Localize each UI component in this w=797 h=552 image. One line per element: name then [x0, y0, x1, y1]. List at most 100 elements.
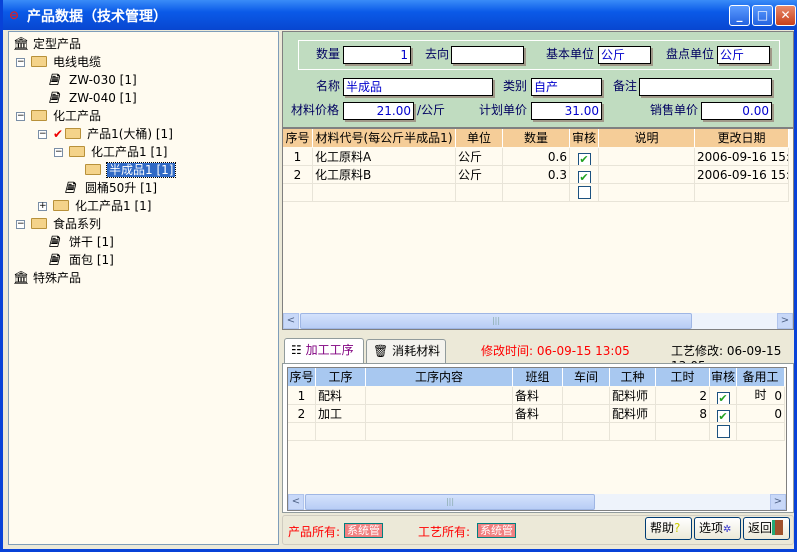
collapse-toggle[interactable]: − [16, 58, 25, 67]
material-price-input[interactable]: 21.00 [343, 102, 414, 120]
materials-grid[interactable]: 序号 材料代号(每公斤半成品1) 单位 数量 审核 说明 更改日期 1 化工原料A 公斤 0.6 ✔ 2… [282, 128, 794, 330]
table-cell[interactable] [599, 184, 695, 202]
processes-grid[interactable]: 序号 工序 工序内容 班组 车间 工种 工时 审核 备用工时 1 配料 备料 配料师 2 ✔ 0 2 加工 备料 配料… [287, 367, 787, 511]
table-cell[interactable] [456, 184, 503, 202]
tree-item[interactable]: 🏛 定型产品 [13, 35, 81, 53]
table-cell[interactable]: 0 [737, 405, 785, 423]
tree-item[interactable]: 🗎 圆桶50升 [1] [65, 179, 157, 197]
table-cell[interactable]: 2006-09-16 15:51 [695, 148, 789, 166]
horizontal-scrollbar[interactable]: < ||| > [283, 313, 793, 329]
column-header[interactable]: 工时 [656, 368, 710, 386]
table-cell[interactable]: 公斤 [456, 148, 503, 166]
table-cell[interactable] [599, 148, 695, 166]
table-cell[interactable] [695, 184, 789, 202]
scroll-left-icon[interactable]: < [283, 313, 299, 329]
checkbox-icon[interactable]: ✔ [577, 171, 591, 183]
table-cell[interactable] [366, 387, 513, 405]
table-cell[interactable]: 8 [656, 405, 710, 423]
table-cell[interactable]: 配料师 [610, 387, 656, 405]
plan-price-input[interactable]: 31.00 [531, 102, 602, 120]
table-cell[interactable] [366, 423, 513, 441]
column-header[interactable]: 车间 [563, 368, 610, 386]
product-tree[interactable]: 🏛 定型产品 − 电线电缆 🗎 ZW-030 [1] 🗎 ZW-040 [1] − 化工产品 − ✔ 产… [8, 31, 279, 545]
table-cell[interactable] [563, 405, 610, 423]
table-cell[interactable] [563, 387, 610, 405]
table-cell[interactable] [610, 423, 656, 441]
column-header[interactable]: 更改日期 [695, 129, 789, 147]
tree-item[interactable]: 🗎 ZW-040 [1] [49, 89, 137, 107]
table-cell[interactable]: 备料 [513, 387, 563, 405]
column-header[interactable]: 工序 [316, 368, 366, 386]
approve-checkbox[interactable] [570, 184, 599, 202]
name-input[interactable]: 半成品 [343, 78, 493, 96]
table-cell[interactable]: 2 [656, 387, 710, 405]
approve-checkbox[interactable] [710, 423, 737, 441]
column-header[interactable]: 序号 [283, 129, 313, 147]
expand-toggle[interactable]: + [38, 202, 47, 211]
scroll-thumb[interactable]: ||| [300, 313, 692, 329]
table-cell[interactable]: 化工原料B [313, 166, 456, 184]
table-cell[interactable] [513, 423, 563, 441]
qty-input[interactable]: 1 [343, 46, 411, 64]
table-cell[interactable]: 备料 [513, 405, 563, 423]
table-cell[interactable]: 公斤 [456, 166, 503, 184]
collapse-toggle[interactable]: − [16, 220, 25, 229]
approve-checkbox[interactable]: ✔ [570, 148, 599, 166]
table-cell[interactable]: 2 [288, 405, 316, 423]
tree-item[interactable]: 🏛 特殊产品 [13, 269, 81, 287]
table-cell[interactable] [656, 423, 710, 441]
note-input[interactable] [639, 78, 772, 96]
checkbox-icon[interactable]: ✔ [577, 153, 591, 165]
column-header[interactable]: 序号 [288, 368, 316, 386]
table-cell[interactable] [288, 423, 316, 441]
tree-item[interactable]: 电线电缆 [31, 53, 101, 71]
tree-item[interactable]: 🗎 ZW-030 [1] [49, 71, 137, 89]
help-button[interactable]: 帮助? [645, 517, 692, 540]
column-header[interactable]: 说明 [599, 129, 695, 147]
horizontal-scrollbar[interactable]: < ||| > [288, 494, 786, 510]
collapse-toggle[interactable]: − [16, 112, 25, 121]
table-cell[interactable]: 0.3 [503, 166, 570, 184]
table-cell[interactable]: 1 [283, 148, 313, 166]
tree-item[interactable]: 化工产品1 [1] [53, 197, 151, 215]
options-button[interactable]: 选项✲ [694, 517, 741, 540]
collapse-toggle[interactable]: − [38, 130, 47, 139]
table-cell[interactable]: 配料师 [610, 405, 656, 423]
table-cell[interactable]: 0 [737, 387, 785, 405]
collapse-toggle[interactable]: − [54, 148, 63, 157]
close-button[interactable]: ✕ [775, 5, 796, 26]
table-cell[interactable]: 0.6 [503, 148, 570, 166]
column-header[interactable]: 工序内容 [366, 368, 513, 386]
scroll-right-icon[interactable]: > [770, 494, 786, 510]
tab-materials[interactable]: 🗑 消耗材料 [366, 339, 446, 364]
checkbox-icon[interactable]: ✔ [716, 392, 730, 404]
maximize-button[interactable]: □ [752, 5, 773, 26]
tree-item[interactable]: 🗎 饼干 [1] [49, 233, 114, 251]
table-cell[interactable] [366, 405, 513, 423]
table-cell[interactable] [503, 184, 570, 202]
tree-item[interactable]: 半成品1 [1] [85, 161, 177, 179]
scroll-left-icon[interactable]: < [288, 494, 304, 510]
tree-item[interactable]: 化工产品1 [1] [69, 143, 167, 161]
scroll-thumb[interactable]: ||| [305, 494, 595, 510]
category-input[interactable]: 自产 [531, 78, 602, 96]
table-cell[interactable]: 2 [283, 166, 313, 184]
checkbox-icon[interactable] [577, 186, 591, 199]
scroll-right-icon[interactable]: > [777, 313, 793, 329]
table-cell[interactable] [283, 184, 313, 202]
table-cell[interactable] [316, 423, 366, 441]
column-header[interactable]: 单位 [456, 129, 503, 147]
column-header[interactable]: 数量 [503, 129, 570, 147]
tree-item[interactable]: 化工产品 [31, 107, 101, 125]
base-unit-input[interactable]: 公斤 [598, 46, 651, 64]
column-header[interactable]: 材料代号(每公斤半成品1) [313, 129, 456, 147]
table-cell[interactable] [737, 423, 785, 441]
minimize-button[interactable]: _ [729, 5, 750, 26]
checkbox-icon[interactable] [716, 425, 730, 438]
table-cell[interactable]: 化工原料A [313, 148, 456, 166]
column-header[interactable]: 工种 [610, 368, 656, 386]
approve-checkbox[interactable]: ✔ [710, 405, 737, 423]
tab-processes[interactable]: ☷ 加工工序 [284, 338, 364, 365]
dest-input[interactable] [451, 46, 524, 64]
column-header[interactable]: 备用工时 [737, 368, 785, 402]
